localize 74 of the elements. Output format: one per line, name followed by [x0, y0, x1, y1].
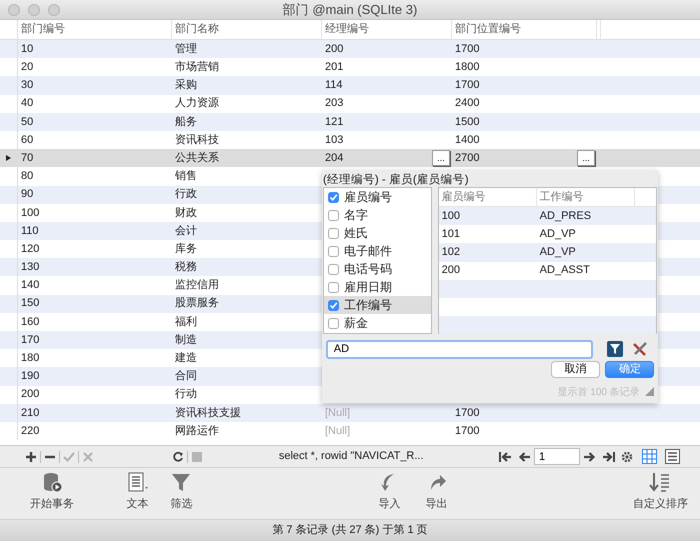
table-cell-text: 114: [325, 78, 343, 94]
table-cell-text: 行政: [175, 187, 197, 202]
table-cell-text: 90: [21, 187, 34, 202]
table-cell-text: 10: [21, 42, 34, 57]
table-cell-text: 网路运作: [175, 424, 219, 439]
table-cell-text: 180: [21, 351, 40, 366]
table-cell-text: 70: [21, 150, 34, 166]
table-cell-text: 203: [325, 96, 344, 112]
table-cell-text: 120: [21, 242, 40, 257]
table-cell-text: 财政: [175, 206, 197, 221]
table-cell: AD_VP: [540, 246, 576, 258]
table-cell-text: 110: [21, 224, 39, 239]
table-cell-text: 库务: [175, 242, 197, 257]
table-cell: 100: [442, 210, 460, 222]
table-cell-text: 采购: [175, 78, 197, 94]
table-cell-text: 60: [21, 132, 34, 148]
table-cell-text: 50: [21, 114, 34, 130]
table-cell: AD_ASST: [540, 264, 590, 276]
table-cell-text: 人力资源: [175, 96, 219, 112]
table-cell-text: 制造: [175, 332, 197, 348]
table-cell: 101: [442, 228, 460, 240]
table-cell-text: 30: [21, 78, 34, 94]
table-cell-text: 190: [21, 369, 40, 384]
table-cell-text: 100: [21, 206, 40, 221]
table-cell-text: 200: [21, 387, 40, 402]
table-cell-text: 会计: [175, 224, 197, 239]
table-cell-text: 2700: [455, 150, 480, 166]
table-cell-text: 1700: [455, 78, 480, 94]
table-cell-text: 1800: [455, 60, 480, 76]
table-cell-text: 160: [21, 314, 40, 330]
table-cell-text: 130: [21, 260, 40, 276]
table-cell-text: 1700: [455, 406, 480, 421]
table-cell-text: 船务: [175, 114, 197, 130]
table-cell-text: [Null]: [325, 424, 350, 439]
table-cell-text: 监控信用: [175, 278, 219, 294]
table-cell-text: 220: [21, 424, 40, 439]
table-cell-text: 140: [21, 278, 40, 294]
window-title: 部门 @main (SQLIte 3): [282, 2, 418, 17]
table-cell-text: 销售: [175, 169, 197, 184]
table-cell-text: 股票服务: [175, 296, 219, 312]
table-cell-text: 170: [21, 332, 40, 348]
table-cell-text: 2400: [455, 96, 480, 112]
table-cell-text: 20: [21, 60, 34, 76]
table-cell-text: 公共关系: [175, 150, 219, 166]
table-cell: AD_PRES: [540, 210, 592, 222]
status-bar: 第 7 条记录 (共 27 条) 于第 1 页: [0, 520, 700, 541]
table-cell-text: 201: [325, 60, 344, 76]
table-cell: AD_VP: [540, 228, 576, 240]
table-cell-text: [Null]: [325, 406, 350, 421]
table-cell-text: 204: [325, 150, 344, 166]
table-cell-text: 建造: [175, 351, 197, 366]
table-cell-text: 1500: [455, 114, 480, 130]
table-cell: 102: [442, 246, 460, 258]
table-cell-text: 税務: [175, 260, 197, 276]
table-cell-text: 103: [325, 132, 344, 148]
table-cell-text: 150: [21, 296, 40, 312]
table-cell: 200: [442, 264, 460, 276]
table-cell-text: 市场营销: [175, 60, 219, 76]
table-cell-text: 资讯科技: [175, 132, 219, 148]
table-cell-text: 80: [21, 169, 34, 184]
popup-title: (经理编号) - 雇员(雇员编号): [323, 172, 470, 187]
table-cell-text: 合同: [175, 369, 197, 384]
table-cell-text: 1400: [455, 132, 480, 148]
table-cell-text: 121: [325, 114, 344, 130]
sql-text: select *, rowid "NAVICAT_R...: [278, 449, 424, 464]
table-cell-text: 资讯科技支援: [175, 406, 241, 421]
table-cell-text: 1700: [455, 42, 480, 57]
table-cell-text: 40: [21, 96, 34, 112]
table-cell-text: 福利: [175, 314, 197, 330]
table-cell-text: 210: [21, 406, 40, 421]
table-cell-text: 管理: [175, 42, 197, 57]
table-cell-text: 200: [325, 42, 344, 57]
table-cell-text: 行动: [175, 387, 197, 402]
table-cell-text: 1700: [455, 424, 480, 439]
